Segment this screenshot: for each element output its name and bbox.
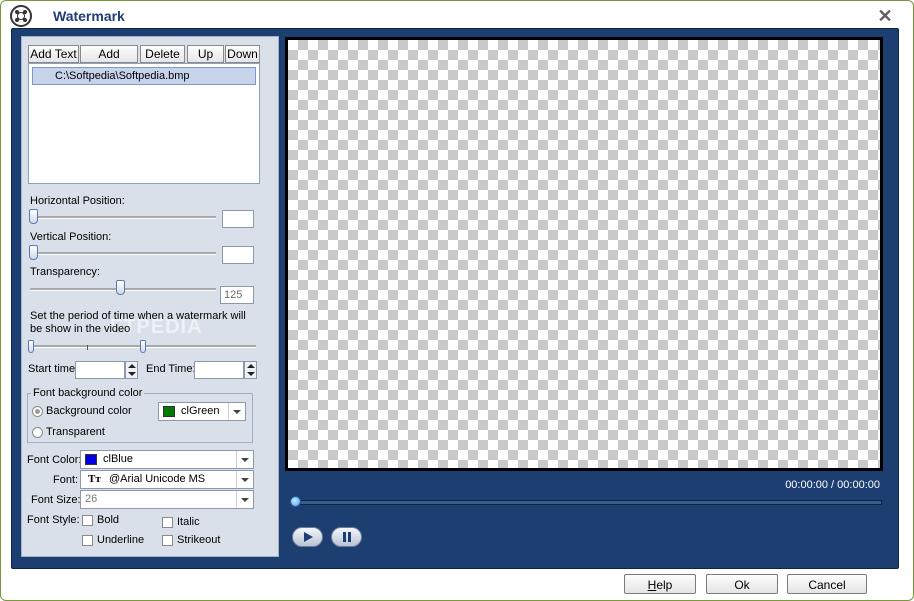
- start-time-spinner[interactable]: [125, 361, 138, 379]
- bold-checkbox[interactable]: [82, 515, 93, 526]
- font-color-label: Font Color:: [27, 454, 82, 466]
- video-preview: [285, 37, 883, 471]
- start-time-label: Start time:: [28, 363, 79, 375]
- transparent-label: Transparent: [46, 426, 105, 438]
- blue-swatch: [85, 454, 97, 465]
- period-tick: [87, 345, 88, 350]
- up-button[interactable]: Up: [187, 45, 224, 63]
- chevron-down-icon[interactable]: [236, 491, 253, 508]
- chevron-down-icon[interactable]: [236, 451, 253, 468]
- list-item[interactable]: C:\Softpedia\Softpedia.bmp: [32, 67, 256, 85]
- font-size-value: 26: [85, 493, 98, 505]
- background-color-label: Background color: [46, 405, 132, 417]
- time-display: 00:00:00 / 00:00:00: [785, 479, 880, 491]
- watermark-list[interactable]: C:\Softpedia\Softpedia.bmp: [28, 63, 260, 184]
- font-value: @Arial Unicode MS: [109, 473, 206, 485]
- font-select[interactable]: Tт @Arial Unicode MS: [80, 470, 254, 489]
- chevron-down-icon[interactable]: [236, 471, 253, 488]
- font-color-value: clBlue: [103, 453, 133, 465]
- end-time-spinner[interactable]: [244, 361, 257, 379]
- delete-button[interactable]: Delete: [140, 45, 185, 63]
- transparency-field[interactable]: 125: [220, 286, 254, 304]
- font-background-group-label: Font background color: [31, 387, 145, 399]
- vertical-position-slider[interactable]: [29, 245, 38, 260]
- vertical-track: [30, 252, 216, 255]
- pause-button[interactable]: [331, 527, 362, 547]
- italic-label: Italic: [177, 516, 200, 528]
- seek-handle[interactable]: [290, 496, 301, 507]
- start-time-field[interactable]: [75, 361, 125, 379]
- play-button[interactable]: [292, 527, 323, 547]
- end-time-label: End Time:: [146, 363, 196, 375]
- transparency-label: Transparency:: [30, 266, 100, 278]
- font-label: Font:: [53, 474, 79, 486]
- end-time-field[interactable]: [194, 361, 244, 379]
- truetype-icon: Tт: [88, 473, 101, 485]
- transparent-radio[interactable]: [32, 427, 43, 438]
- film-reel-icon: [10, 5, 32, 27]
- background-color-select[interactable]: clGreen: [158, 402, 246, 421]
- green-swatch: [163, 406, 175, 417]
- background-color-value: clGreen: [181, 405, 220, 417]
- add-image-button[interactable]: Add Image: [80, 45, 138, 77]
- add-text-button[interactable]: Add Text: [28, 45, 79, 63]
- cancel-button[interactable]: Cancel: [787, 574, 867, 594]
- chevron-down-icon[interactable]: [228, 403, 245, 420]
- font-size-label: Font Size:: [31, 494, 81, 506]
- period-end-handle[interactable]: [140, 340, 146, 353]
- window-title: Watermark: [53, 8, 125, 24]
- background-color-radio[interactable]: [32, 406, 43, 417]
- period-description: Set the period of time when a watermark …: [30, 310, 246, 335]
- horizontal-position-field[interactable]: [222, 210, 254, 228]
- transparency-slider[interactable]: [116, 280, 125, 295]
- horizontal-position-slider[interactable]: [29, 209, 38, 224]
- strikeout-checkbox[interactable]: [162, 535, 173, 546]
- bold-label: Bold: [97, 514, 120, 526]
- ok-button[interactable]: Ok: [706, 574, 778, 594]
- horizontal-position-label: Horizontal Position:: [30, 195, 125, 207]
- font-color-select[interactable]: clBlue: [80, 450, 254, 469]
- close-icon[interactable]: ✕: [874, 6, 896, 26]
- title-bar: Watermark ✕: [1, 1, 913, 29]
- vertical-position-field[interactable]: [222, 246, 254, 264]
- strikeout-label: Strikeout: [177, 534, 221, 546]
- vertical-position-label: Vertical Position:: [30, 231, 112, 243]
- help-button[interactable]: Help: [624, 574, 696, 594]
- horizontal-track: [30, 216, 216, 219]
- font-size-select[interactable]: 26: [80, 490, 254, 509]
- down-button[interactable]: Down: [225, 45, 260, 63]
- underline-checkbox[interactable]: [82, 535, 93, 546]
- italic-checkbox[interactable]: [162, 517, 173, 528]
- underline-label: Underline: [97, 534, 145, 546]
- font-style-label: Font Style:: [27, 514, 80, 526]
- seek-bar[interactable]: [294, 500, 882, 505]
- period-start-handle[interactable]: [28, 340, 34, 353]
